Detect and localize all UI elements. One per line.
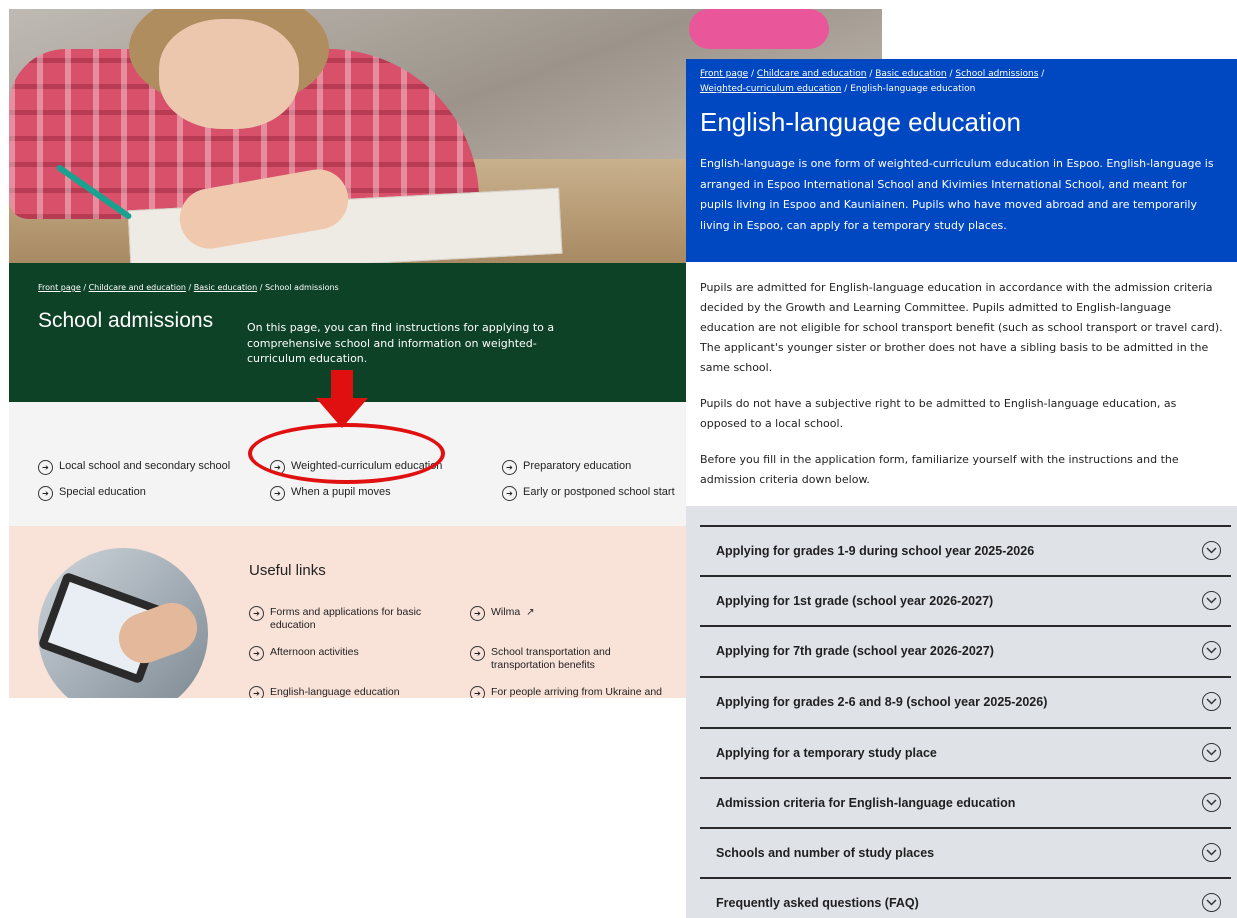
- page-title: English-language education: [700, 107, 1021, 137]
- external-link-icon: ↗: [526, 607, 535, 618]
- breadcrumb-link[interactable]: Front page: [700, 69, 748, 79]
- breadcrumb: Front page / Childcare and education / B…: [38, 283, 339, 292]
- circle-arrow-icon: ➔: [470, 606, 485, 621]
- sub-link-school-start[interactable]: ➔ Early or postponed school start: [502, 486, 675, 501]
- circle-arrow-icon: ➔: [270, 486, 285, 501]
- circle-arrow-icon: ➔: [38, 486, 53, 501]
- down-arrow-icon: [316, 370, 368, 428]
- highlight-ellipse: [248, 423, 445, 484]
- tablet-photo: [38, 548, 208, 698]
- breadcrumb-link[interactable]: School admissions: [955, 69, 1038, 79]
- paragraph: Pupils are admitted for English-language…: [700, 281, 1223, 374]
- breadcrumb-link[interactable]: Childcare and education: [757, 69, 867, 79]
- accordion-item[interactable]: Frequently asked questions (FAQ): [700, 877, 1231, 918]
- circle-arrow-icon: ➔: [38, 460, 53, 475]
- accordion-item[interactable]: Applying for a temporary study place: [700, 727, 1231, 777]
- circle-arrow-icon: ➔: [249, 646, 264, 661]
- chevron-down-icon: [1202, 591, 1221, 610]
- circle-arrow-icon: ➔: [502, 460, 517, 475]
- chevron-down-icon: [1202, 541, 1221, 560]
- sub-link-special-education[interactable]: ➔ Special education: [38, 486, 146, 501]
- circle-arrow-icon: ➔: [470, 686, 485, 698]
- chevron-down-icon: [1202, 641, 1221, 660]
- chevron-down-icon: [1202, 893, 1221, 912]
- page-header: Front page / Childcare and education / B…: [686, 59, 1237, 262]
- breadcrumb-current: School admissions: [264, 283, 339, 292]
- page-intro: On this page, you can find instructions …: [247, 321, 555, 365]
- useful-link-afternoon[interactable]: ➔ Afternoon activities: [249, 646, 449, 661]
- breadcrumb-link[interactable]: Childcare and education: [89, 283, 186, 292]
- chevron-down-icon: [1202, 793, 1221, 812]
- breadcrumb-current: English-language education: [850, 84, 976, 94]
- chevron-down-icon: [1202, 692, 1221, 711]
- paragraph: Pupils do not have a subjective right to…: [700, 397, 1177, 430]
- circle-arrow-icon: ➔: [249, 606, 264, 621]
- breadcrumb-link[interactable]: Basic education: [875, 69, 946, 79]
- breadcrumb-link[interactable]: Weighted-curriculum education: [700, 84, 841, 94]
- circle-arrow-icon: ➔: [249, 686, 264, 698]
- sub-link-local-school[interactable]: ➔ Local school and secondary school: [38, 460, 230, 475]
- accordion-item[interactable]: Schools and number of study places: [700, 827, 1231, 877]
- accordion-item[interactable]: Applying for 7th grade (school year 2026…: [700, 625, 1231, 675]
- breadcrumb: Front page / Childcare and education / B…: [700, 69, 1045, 94]
- circle-arrow-icon: ➔: [470, 646, 485, 661]
- useful-links-section: Useful links ➔ Forms and applications fo…: [9, 526, 686, 698]
- page-title: School admissions: [38, 309, 214, 332]
- breadcrumb-link[interactable]: Front page: [38, 283, 81, 292]
- accordion-item[interactable]: Applying for grades 2-6 and 8-9 (school …: [700, 676, 1231, 726]
- circle-arrow-icon: ➔: [502, 486, 517, 501]
- body-text: Pupils are admitted for English-language…: [700, 278, 1225, 506]
- page-intro: English-language is one form of weighted…: [700, 157, 1214, 232]
- sub-link-preparatory[interactable]: ➔ Preparatory education: [502, 460, 631, 475]
- english-language-education-page: Front page / Childcare and education / B…: [686, 59, 1237, 918]
- useful-link-wilma[interactable]: ➔ Wilma ↗: [470, 606, 670, 621]
- chevron-down-icon: [1202, 743, 1221, 762]
- accordion-item[interactable]: Admission criteria for English-language …: [700, 777, 1231, 827]
- useful-link-english-language[interactable]: ➔ English-language education: [249, 686, 449, 698]
- accordion-item[interactable]: Applying for 1st grade (school year 2026…: [700, 575, 1231, 625]
- accordion-item[interactable]: Applying for grades 1-9 during school ye…: [700, 525, 1231, 575]
- chevron-down-icon: [1202, 843, 1221, 862]
- useful-link-ukraine[interactable]: ➔ For people arriving from Ukraine and a…: [470, 686, 670, 698]
- useful-links-heading: Useful links: [249, 562, 326, 579]
- paragraph: Before you fill in the application form,…: [700, 453, 1179, 486]
- sub-link-pupil-moves[interactable]: ➔ When a pupil moves: [270, 486, 391, 501]
- accordion: Applying for grades 1-9 during school ye…: [686, 506, 1237, 918]
- breadcrumb-link[interactable]: Basic education: [194, 283, 257, 292]
- useful-link-transportation[interactable]: ➔ School transportation and transportati…: [470, 646, 670, 672]
- useful-link-forms[interactable]: ➔ Forms and applications for basic educa…: [249, 606, 449, 632]
